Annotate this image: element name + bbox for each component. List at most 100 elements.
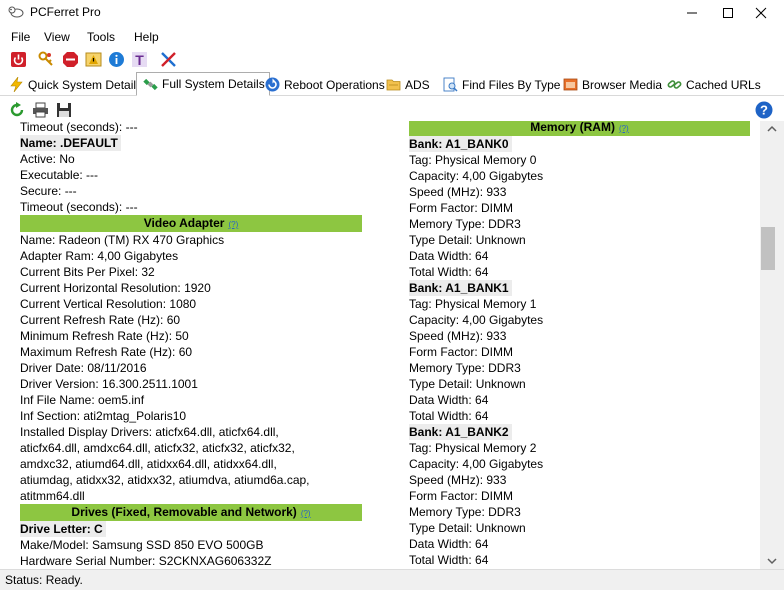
memory-bank-name-row: Bank: A1_BANK0 [409,136,750,152]
memory-bank-name: Bank: A1_BANK0 [409,136,512,152]
action-bar: ? [0,99,784,121]
detail-line: Speed (MHz): 933 [409,473,507,487]
drives-header: Drives (Fixed, Removable and Network) (?) [20,504,362,521]
satellite-icon [143,78,158,90]
detail-line: Data Width: 64 [409,393,489,407]
detail-line: Memory Type: DDR3 [409,217,521,231]
menu-view[interactable]: View [44,30,70,44]
detail-line: amdxc32, atiumd64.dll, atidxx64.dll, ati… [20,457,277,471]
detail-line: Timeout (seconds): --- [20,200,138,214]
detail-line: Current Horizontal Resolution: 1920 [20,281,211,295]
tab-label: Cached URLs [686,77,761,92]
detail-line: Data Width: 64 [409,249,489,263]
minimize-icon [687,12,697,13]
stop-icon[interactable] [62,51,79,68]
scroll-down-button[interactable] [760,553,784,569]
detail-line: Speed (MHz): 933 [409,329,507,343]
info-icon[interactable] [108,51,125,68]
keys-icon[interactable] [38,51,55,68]
detail-line: Capacity: 4,00 Gigabytes [409,313,544,327]
detail-line: Type Detail: Unknown [409,521,526,535]
tab-find-files-by-type[interactable]: Find Files By Type [437,74,564,95]
status-text: Status: Ready. [5,573,83,587]
detail-line: Current Vertical Resolution: 1080 [20,297,197,311]
tab-label: Quick System Details [28,77,143,92]
tab-quick-system-details[interactable]: Quick System Details [3,74,146,95]
detail-line: Tag: Physical Memory 1 [409,297,537,311]
power-icon[interactable] [10,51,27,68]
find-files-icon [443,77,458,92]
reboot-icon [265,77,280,92]
detail-line: Driver Version: 16.300.2511.1001 [20,377,198,391]
warning-icon[interactable] [85,51,102,68]
detail-line: Inf Section: ati2mtag_Polaris10 [20,409,187,423]
detail-line: aticfx64.dll, amdxc64.dll, aticfx32, ati… [20,441,295,455]
section-title: Drives (Fixed, Removable and Network) [71,505,297,519]
video-adapter-header: Video Adapter (?) [20,215,362,232]
chevron-down-icon [767,558,777,565]
detail-line: Name: Radeon (TM) RX 470 Graphics [20,233,225,247]
menu-bar: File View Tools Help [0,27,784,47]
detail-line: Inf File Name: oem5.inf [20,393,145,407]
detail-line: Minimum Refresh Rate (Hz): 50 [20,329,189,343]
memory-bank-name: Bank: A1_BANK2 [409,424,512,440]
default-name-row: Name: .DEFAULT [20,135,362,151]
close-icon [755,7,767,18]
status-bar: Status: Ready. [0,569,784,590]
save-icon[interactable] [56,102,72,118]
vertical-scrollbar[interactable] [760,121,784,569]
tools-icon[interactable] [160,51,177,68]
tab-bar: Quick System Details Full System Details… [0,72,784,96]
detail-line: Executable: --- [20,168,99,182]
detail-line: Data Width: 64 [409,537,489,551]
refresh-icon[interactable] [9,102,25,118]
tab-label: Find Files By Type [462,77,561,92]
lightning-icon [10,77,23,92]
detail-line: Secure: --- [20,184,77,198]
detail-line: Form Factor: DIMM [409,489,513,503]
scroll-thumb[interactable] [761,227,775,270]
detail-line: Adapter Ram: 4,00 Gigabytes [20,249,179,263]
section-help-link[interactable]: (?) [619,124,629,133]
chevron-up-icon [767,125,777,132]
tab-cached-urls[interactable]: Cached URLs [661,74,765,95]
ferret-app-icon [8,6,24,18]
detail-line: Installed Display Drivers: aticfx64.dll,… [20,425,279,439]
detail-line: Memory Type: DDR3 [409,361,521,375]
detail-line: Hardware Serial Number: S2CKNXAG606332Z [20,554,272,568]
menu-tools[interactable]: Tools [87,30,115,44]
memory-bank-name-row: Bank: A1_BANK2 [409,424,750,440]
tab-reboot-operations[interactable]: Reboot Operations [259,74,389,95]
detail-line: Total Width: 64 [409,265,489,279]
detail-line: Type Detail: Unknown [409,377,526,391]
detail-line: Current Refresh Rate (Hz): 60 [20,313,181,327]
menu-file[interactable]: File [11,30,30,44]
detail-line: Tag: Physical Memory 0 [409,153,537,167]
menu-help[interactable]: Help [134,30,159,44]
print-icon[interactable] [32,102,49,118]
help-icon[interactable]: ? [755,101,773,119]
section-help-link[interactable]: (?) [228,220,238,229]
tab-browser-media[interactable]: Browser Media [557,74,666,95]
tab-full-system-details[interactable]: Full System Details [136,72,270,96]
detail-line: Current Bits Per Pixel: 32 [20,265,155,279]
right-column: Memory (RAM) (?) Bank: A1_BANK0 Tag: Physic… [409,121,750,568]
text-icon[interactable]: T [131,51,148,68]
tab-ads[interactable]: ADS [380,74,434,95]
svg-text:T: T [135,52,144,68]
link-icon [667,80,682,89]
detail-line: Type Detail: Unknown [409,233,526,247]
tab-label: Full System Details [162,77,265,91]
close-button[interactable] [738,0,784,25]
detail-line: Tag: Physical Memory 2 [409,441,537,455]
detail-line: Memory Type: DDR3 [409,505,521,519]
window-title: PCFerret Pro [30,5,101,19]
system-details-panel: Timeout (seconds): --- Name: .DEFAULT Acti… [0,121,760,569]
detail-line: Maximum Refresh Rate (Hz): 60 [20,345,193,359]
tab-label: Browser Media [582,77,663,92]
scroll-up-button[interactable] [760,121,784,137]
detail-line: Speed (MHz): 933 [409,185,507,199]
detail-line: Form Factor: DIMM [409,345,513,359]
section-help-link[interactable]: (?) [301,509,311,518]
detail-line: Capacity: 4,00 Gigabytes [409,457,544,471]
